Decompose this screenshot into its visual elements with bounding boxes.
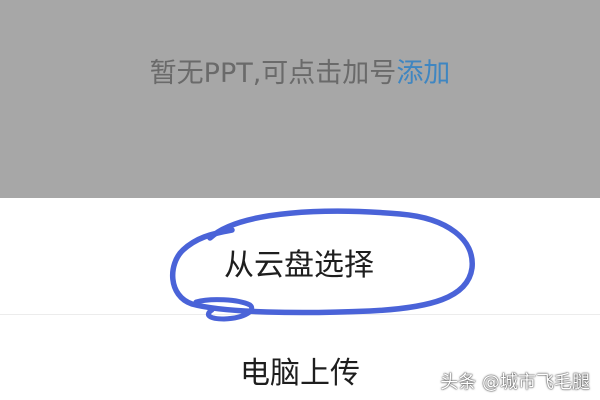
add-ppt-link[interactable]: 添加: [396, 58, 450, 89]
dimmed-background-overlay[interactable]: 暂无PPT,可点击加号添加: [0, 0, 600, 198]
empty-ppt-hint: 暂无PPT,可点击加号添加: [0, 52, 600, 96]
empty-ppt-message: 暂无PPT,可点击加号: [149, 58, 397, 89]
computer-upload-label: 电脑上传: [240, 356, 360, 391]
option-divider: [0, 314, 600, 315]
watermark: 头条 @城市飞毛腿: [440, 372, 590, 393]
select-from-cloud-option[interactable]: 从云盘选择: [0, 238, 600, 294]
select-from-cloud-label: 从云盘选择: [224, 248, 374, 283]
screen: 暂无PPT,可点击加号添加 从云盘选择 电脑上传 头条 @城市飞毛腿: [0, 0, 600, 400]
